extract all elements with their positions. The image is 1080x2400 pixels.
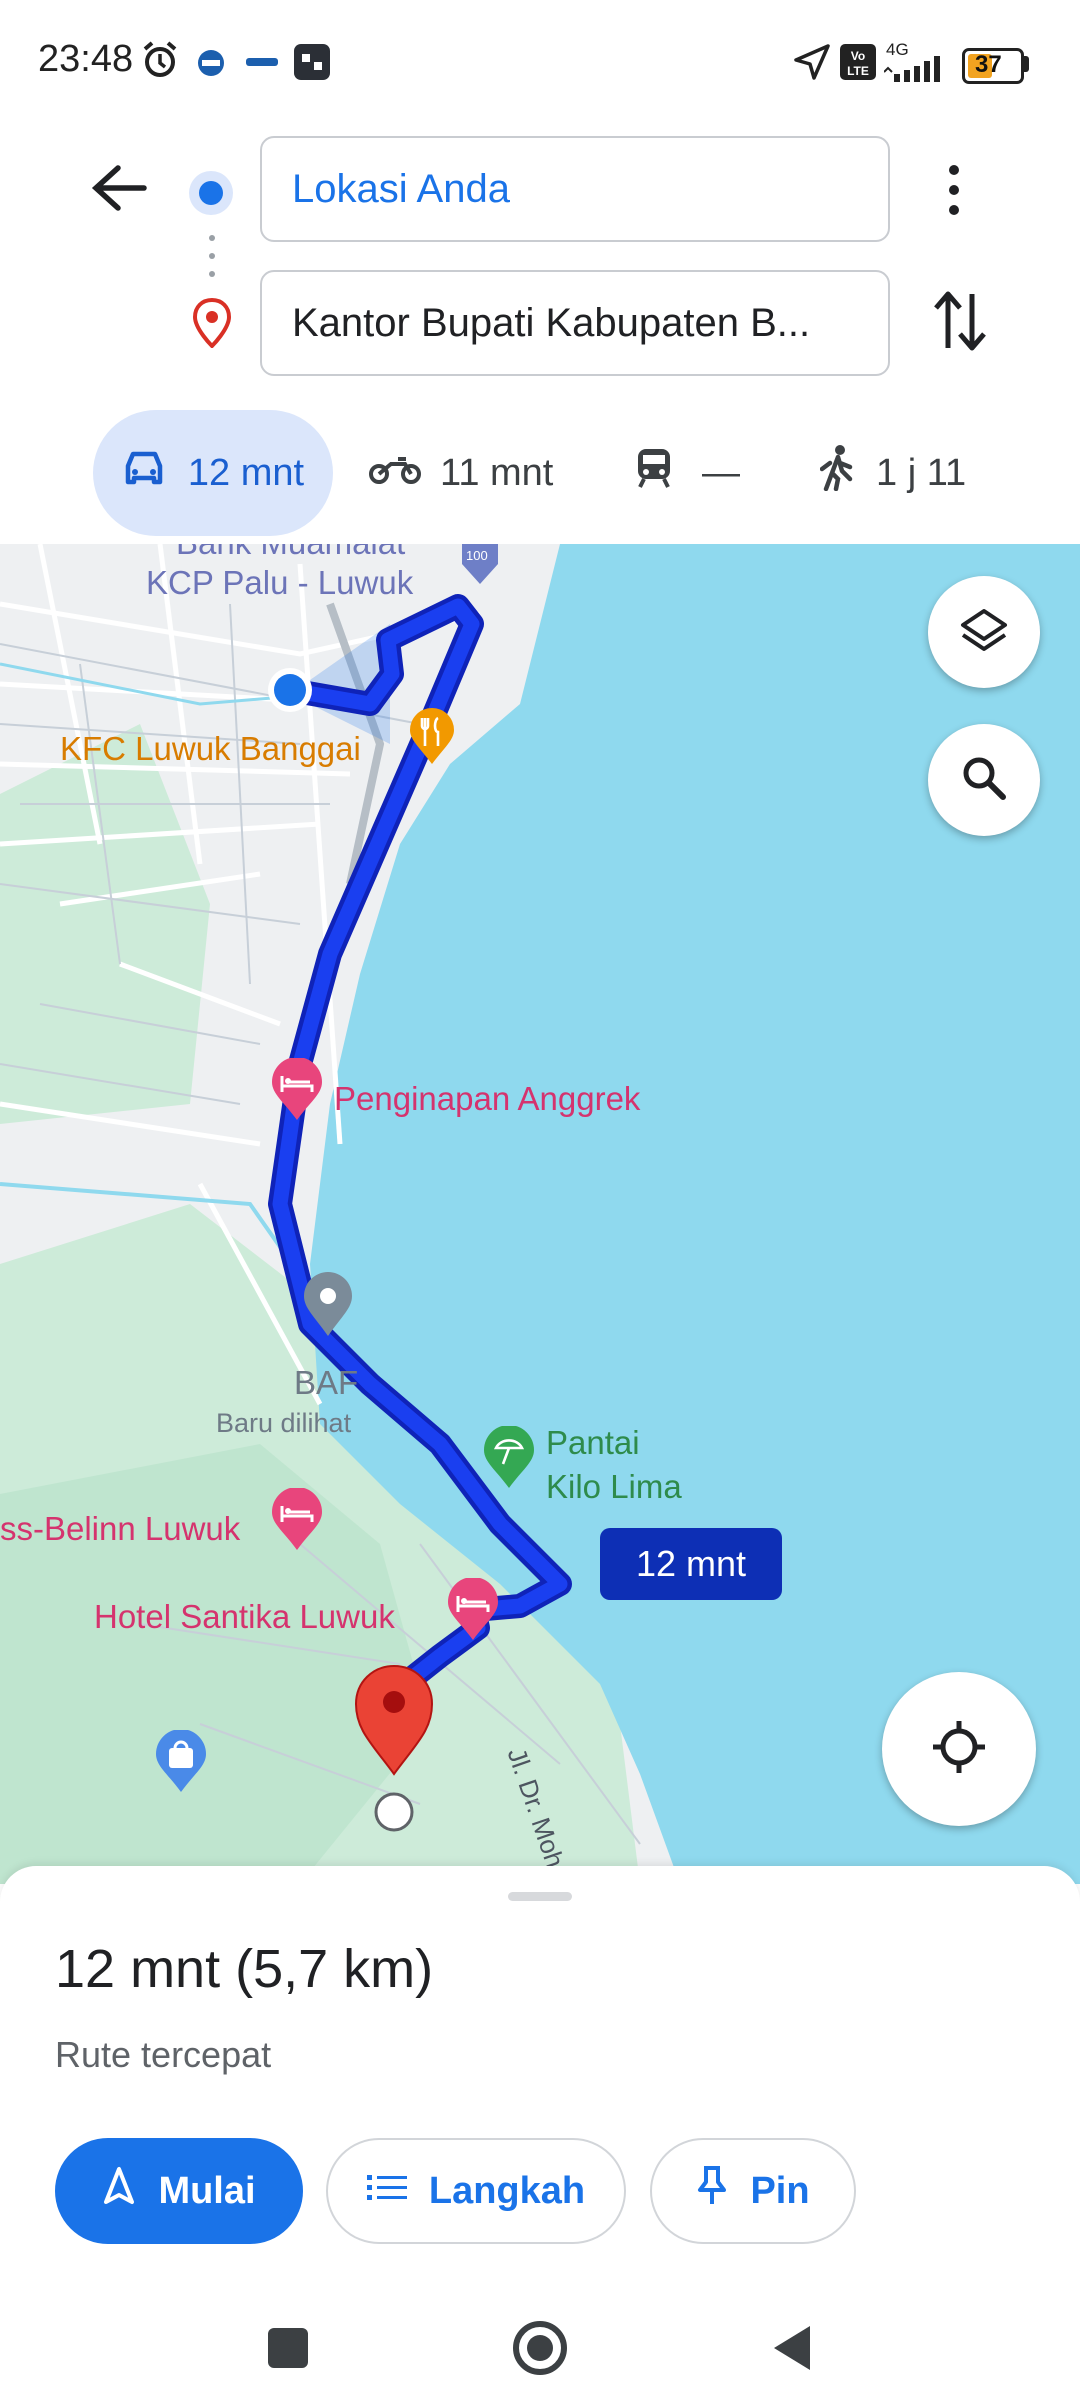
train-icon (636, 447, 672, 499)
alarm-icon (140, 40, 180, 85)
map-label-kfc: KFC Luwuk Banggai (60, 730, 361, 767)
start-button[interactable]: Mulai (55, 2138, 303, 2244)
app-icon (196, 48, 226, 83)
map-search-button[interactable] (928, 724, 1040, 836)
shopping-pin-icon[interactable] (154, 1729, 208, 1799)
battery-icon: 37 (962, 48, 1024, 84)
restaurant-pin-icon[interactable] (408, 708, 456, 771)
app-icon (244, 52, 280, 77)
destination-input[interactable]: Kantor Bupati Kabupaten B... (260, 270, 890, 376)
map-label-recent: Baru dilihat (216, 1408, 352, 1438)
more-vert-icon[interactable] (944, 160, 964, 225)
beach-pin-icon[interactable] (482, 1425, 536, 1495)
status-time: 23:48 (38, 38, 134, 80)
my-location-button[interactable] (882, 1672, 1036, 1826)
search-icon (960, 754, 1008, 807)
pin-button-label: Pin (750, 2169, 810, 2212)
travel-mode-bar: 12 mnt 11 mnt — 1 j 11 (0, 410, 1080, 536)
app-icon (294, 44, 330, 85)
mode-motorcycle[interactable]: 11 mnt (368, 410, 553, 536)
pin-button[interactable]: Pin (650, 2138, 856, 2244)
navigation-arrow-icon (102, 2166, 136, 2216)
map-view[interactable]: Bank Muamalat KCP Palu - Luwuk 100 KFC L… (0, 544, 1080, 1884)
mode-transit-label: — (702, 451, 740, 494)
steps-button[interactable]: Langkah (326, 2138, 626, 2244)
hotel-pin-icon[interactable] (270, 1057, 324, 1127)
route-eta-chip[interactable]: 12 mnt (600, 1528, 782, 1600)
map-label-bank-top: Bank Muamalat (176, 544, 405, 562)
mode-car[interactable]: 12 mnt (93, 410, 333, 536)
origin-dot-icon (186, 168, 236, 223)
route-subtitle: Rute tercepat (55, 2034, 272, 2075)
recents-square-icon[interactable] (268, 2328, 308, 2373)
mode-motorcycle-label: 11 mnt (440, 451, 554, 494)
mode-walk[interactable]: 1 j 11 (819, 410, 967, 536)
start-button-label: Mulai (158, 2169, 256, 2212)
status-bar: 23:48 Vo LTE 4G 37 (0, 0, 1080, 120)
layers-button[interactable] (928, 576, 1040, 688)
home-circle-icon[interactable] (512, 2320, 568, 2381)
location-arrow-icon (792, 42, 832, 87)
volte-icon: Vo LTE (840, 44, 876, 85)
map-label-kilo-lima: Kilo Lima (546, 1468, 682, 1505)
hotel-pin-icon[interactable] (270, 1487, 324, 1557)
map-label-belinn: ss-Belinn Luwuk (0, 1510, 241, 1547)
my-location-icon (929, 1717, 989, 1782)
back-triangle-icon[interactable] (770, 2324, 812, 2377)
svg-text:LTE: LTE (847, 64, 869, 78)
battery-level: 37 (975, 51, 1002, 78)
sheet-handle[interactable] (508, 1892, 572, 1901)
road-badge: 100 (466, 548, 488, 563)
motorcycle-icon (368, 451, 422, 495)
steps-button-label: Langkah (428, 2169, 586, 2212)
map-label-santika: Hotel Santika Luwuk (94, 1598, 395, 1635)
pushpin-icon (696, 2165, 728, 2217)
route-dots (208, 232, 216, 285)
mode-walk-label: 1 j 11 (876, 451, 967, 494)
svg-text:Vo: Vo (851, 49, 865, 63)
signal-icon (883, 56, 954, 87)
route-summary: 12 mnt (5,7 km) (55, 1939, 434, 1999)
back-arrow-icon[interactable] (90, 162, 148, 219)
destination-pin-icon (192, 297, 232, 353)
map-label-penginapan: Penginapan Anggrek (334, 1080, 641, 1117)
place-pin-icon[interactable] (302, 1272, 354, 1343)
map-label-baf: BAF (294, 1364, 359, 1401)
mode-transit[interactable]: — (636, 410, 740, 536)
layers-icon (959, 605, 1009, 660)
swap-icon[interactable] (930, 288, 990, 359)
origin-input[interactable]: Lokasi Anda (260, 136, 890, 242)
system-nav-bar (0, 2290, 1080, 2400)
mode-car-label: 12 mnt (187, 451, 305, 494)
hotel-pin-icon[interactable] (446, 1577, 500, 1647)
list-icon (366, 2170, 407, 2213)
car-icon (122, 448, 166, 498)
map-label-pantai: Pantai (546, 1424, 640, 1461)
map-label-bank: KCP Palu - Luwuk (146, 564, 414, 601)
walk-icon (819, 445, 854, 501)
